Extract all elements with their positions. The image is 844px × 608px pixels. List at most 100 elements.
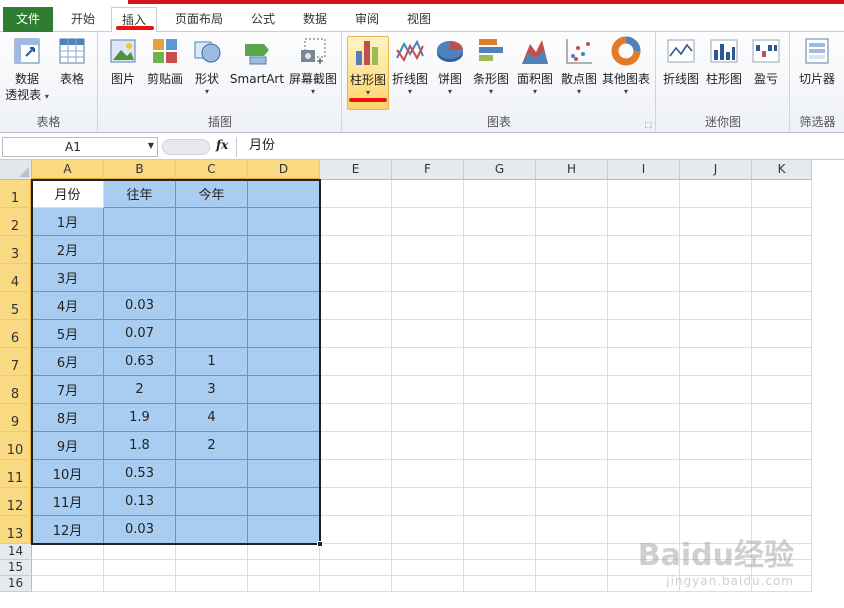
cell-a10[interactable]: 9月 bbox=[32, 432, 104, 460]
cell-b10[interactable]: 1.8 bbox=[104, 432, 176, 460]
row-header-10[interactable]: 10 bbox=[0, 432, 32, 460]
sparkline-line-button[interactable]: 折线图 bbox=[661, 36, 701, 87]
sparkline-column-button[interactable]: 柱形图 bbox=[704, 36, 744, 87]
cell-f15[interactable] bbox=[392, 560, 464, 576]
cell-h3[interactable] bbox=[536, 236, 608, 264]
row-header-16[interactable]: 16 bbox=[0, 576, 32, 592]
cell-g11[interactable] bbox=[464, 460, 536, 488]
cell-j11[interactable] bbox=[680, 460, 752, 488]
cell-i9[interactable] bbox=[608, 404, 680, 432]
insert-function-icon[interactable]: fx bbox=[216, 138, 228, 152]
cell-c7[interactable]: 1 bbox=[176, 348, 248, 376]
cell-c4[interactable] bbox=[176, 264, 248, 292]
cell-e9[interactable] bbox=[320, 404, 392, 432]
cell-j1[interactable] bbox=[680, 180, 752, 208]
tab-data[interactable]: 数据 bbox=[292, 7, 338, 32]
cell-a8[interactable]: 7月 bbox=[32, 376, 104, 404]
cell-d1[interactable] bbox=[248, 180, 320, 208]
column-header-j[interactable]: J bbox=[680, 160, 752, 180]
cell-a15[interactable] bbox=[32, 560, 104, 576]
cell-d7[interactable] bbox=[248, 348, 320, 376]
cell-e6[interactable] bbox=[320, 320, 392, 348]
pivot-table-button[interactable]: 数据 透视表 ▾ bbox=[4, 36, 50, 103]
cell-i1[interactable] bbox=[608, 180, 680, 208]
cell-a1[interactable]: 月份 bbox=[32, 180, 104, 208]
cell-j12[interactable] bbox=[680, 488, 752, 516]
row-header-6[interactable]: 6 bbox=[0, 320, 32, 348]
tab-review[interactable]: 审阅 bbox=[344, 7, 390, 32]
scatter-chart-button[interactable]: 散点图 ▾ bbox=[559, 36, 599, 97]
cell-a14[interactable] bbox=[32, 544, 104, 560]
row-header-7[interactable]: 7 bbox=[0, 348, 32, 376]
cell-a5[interactable]: 4月 bbox=[32, 292, 104, 320]
row-header-15[interactable]: 15 bbox=[0, 560, 32, 576]
cell-d10[interactable] bbox=[248, 432, 320, 460]
row-header-3[interactable]: 3 bbox=[0, 236, 32, 264]
cell-k10[interactable] bbox=[752, 432, 812, 460]
cell-c15[interactable] bbox=[176, 560, 248, 576]
cell-f13[interactable] bbox=[392, 516, 464, 544]
cell-i10[interactable] bbox=[608, 432, 680, 460]
cell-g15[interactable] bbox=[464, 560, 536, 576]
cell-c5[interactable] bbox=[176, 292, 248, 320]
cell-c9[interactable]: 4 bbox=[176, 404, 248, 432]
select-all-corner[interactable] bbox=[0, 160, 32, 180]
cell-e2[interactable] bbox=[320, 208, 392, 236]
cell-b16[interactable] bbox=[104, 576, 176, 592]
cell-d9[interactable] bbox=[248, 404, 320, 432]
column-header-c[interactable]: C bbox=[176, 160, 248, 180]
tab-home[interactable]: 开始 bbox=[60, 7, 106, 32]
cell-c13[interactable] bbox=[176, 516, 248, 544]
cell-b11[interactable]: 0.53 bbox=[104, 460, 176, 488]
cell-b1[interactable]: 往年 bbox=[104, 180, 176, 208]
name-box[interactable]: A1 ▼ bbox=[2, 137, 158, 157]
bar-chart-button[interactable]: 条形图 ▾ bbox=[471, 36, 511, 97]
cell-b4[interactable] bbox=[104, 264, 176, 292]
cell-g2[interactable] bbox=[464, 208, 536, 236]
chevron-down-icon[interactable]: ▼ bbox=[148, 141, 154, 150]
cell-e1[interactable] bbox=[320, 180, 392, 208]
cell-k12[interactable] bbox=[752, 488, 812, 516]
sparkline-winloss-button[interactable]: 盈亏 bbox=[747, 36, 785, 87]
cell-b14[interactable] bbox=[104, 544, 176, 560]
picture-button[interactable]: 图片 bbox=[105, 36, 141, 87]
cell-f5[interactable] bbox=[392, 292, 464, 320]
cell-i8[interactable] bbox=[608, 376, 680, 404]
cell-a13[interactable]: 12月 bbox=[32, 516, 104, 544]
cell-d5[interactable] bbox=[248, 292, 320, 320]
cell-b15[interactable] bbox=[104, 560, 176, 576]
cell-f11[interactable] bbox=[392, 460, 464, 488]
column-header-g[interactable]: G bbox=[464, 160, 536, 180]
cell-f6[interactable] bbox=[392, 320, 464, 348]
cell-h13[interactable] bbox=[536, 516, 608, 544]
cell-g7[interactable] bbox=[464, 348, 536, 376]
cell-k11[interactable] bbox=[752, 460, 812, 488]
cell-e7[interactable] bbox=[320, 348, 392, 376]
cell-j9[interactable] bbox=[680, 404, 752, 432]
cell-b8[interactable]: 2 bbox=[104, 376, 176, 404]
cell-h15[interactable] bbox=[536, 560, 608, 576]
cell-d2[interactable] bbox=[248, 208, 320, 236]
cell-g16[interactable] bbox=[464, 576, 536, 592]
cell-f10[interactable] bbox=[392, 432, 464, 460]
cell-i3[interactable] bbox=[608, 236, 680, 264]
cell-f2[interactable] bbox=[392, 208, 464, 236]
column-header-a[interactable]: A bbox=[32, 160, 104, 180]
tab-file[interactable]: 文件 bbox=[3, 7, 53, 33]
cell-i11[interactable] bbox=[608, 460, 680, 488]
cell-c6[interactable] bbox=[176, 320, 248, 348]
cell-k4[interactable] bbox=[752, 264, 812, 292]
cell-k9[interactable] bbox=[752, 404, 812, 432]
row-header-8[interactable]: 8 bbox=[0, 376, 32, 404]
cell-b5[interactable]: 0.03 bbox=[104, 292, 176, 320]
cell-a3[interactable]: 2月 bbox=[32, 236, 104, 264]
cell-k3[interactable] bbox=[752, 236, 812, 264]
line-chart-button[interactable]: 折线图 ▾ bbox=[391, 36, 429, 97]
cell-e10[interactable] bbox=[320, 432, 392, 460]
pie-chart-button[interactable]: 饼图 ▾ bbox=[433, 36, 467, 97]
screenshot-button[interactable]: 屏幕截图 ▾ bbox=[287, 36, 339, 97]
cell-e5[interactable] bbox=[320, 292, 392, 320]
cell-g8[interactable] bbox=[464, 376, 536, 404]
row-header-12[interactable]: 12 bbox=[0, 488, 32, 516]
fill-handle[interactable] bbox=[317, 541, 323, 547]
